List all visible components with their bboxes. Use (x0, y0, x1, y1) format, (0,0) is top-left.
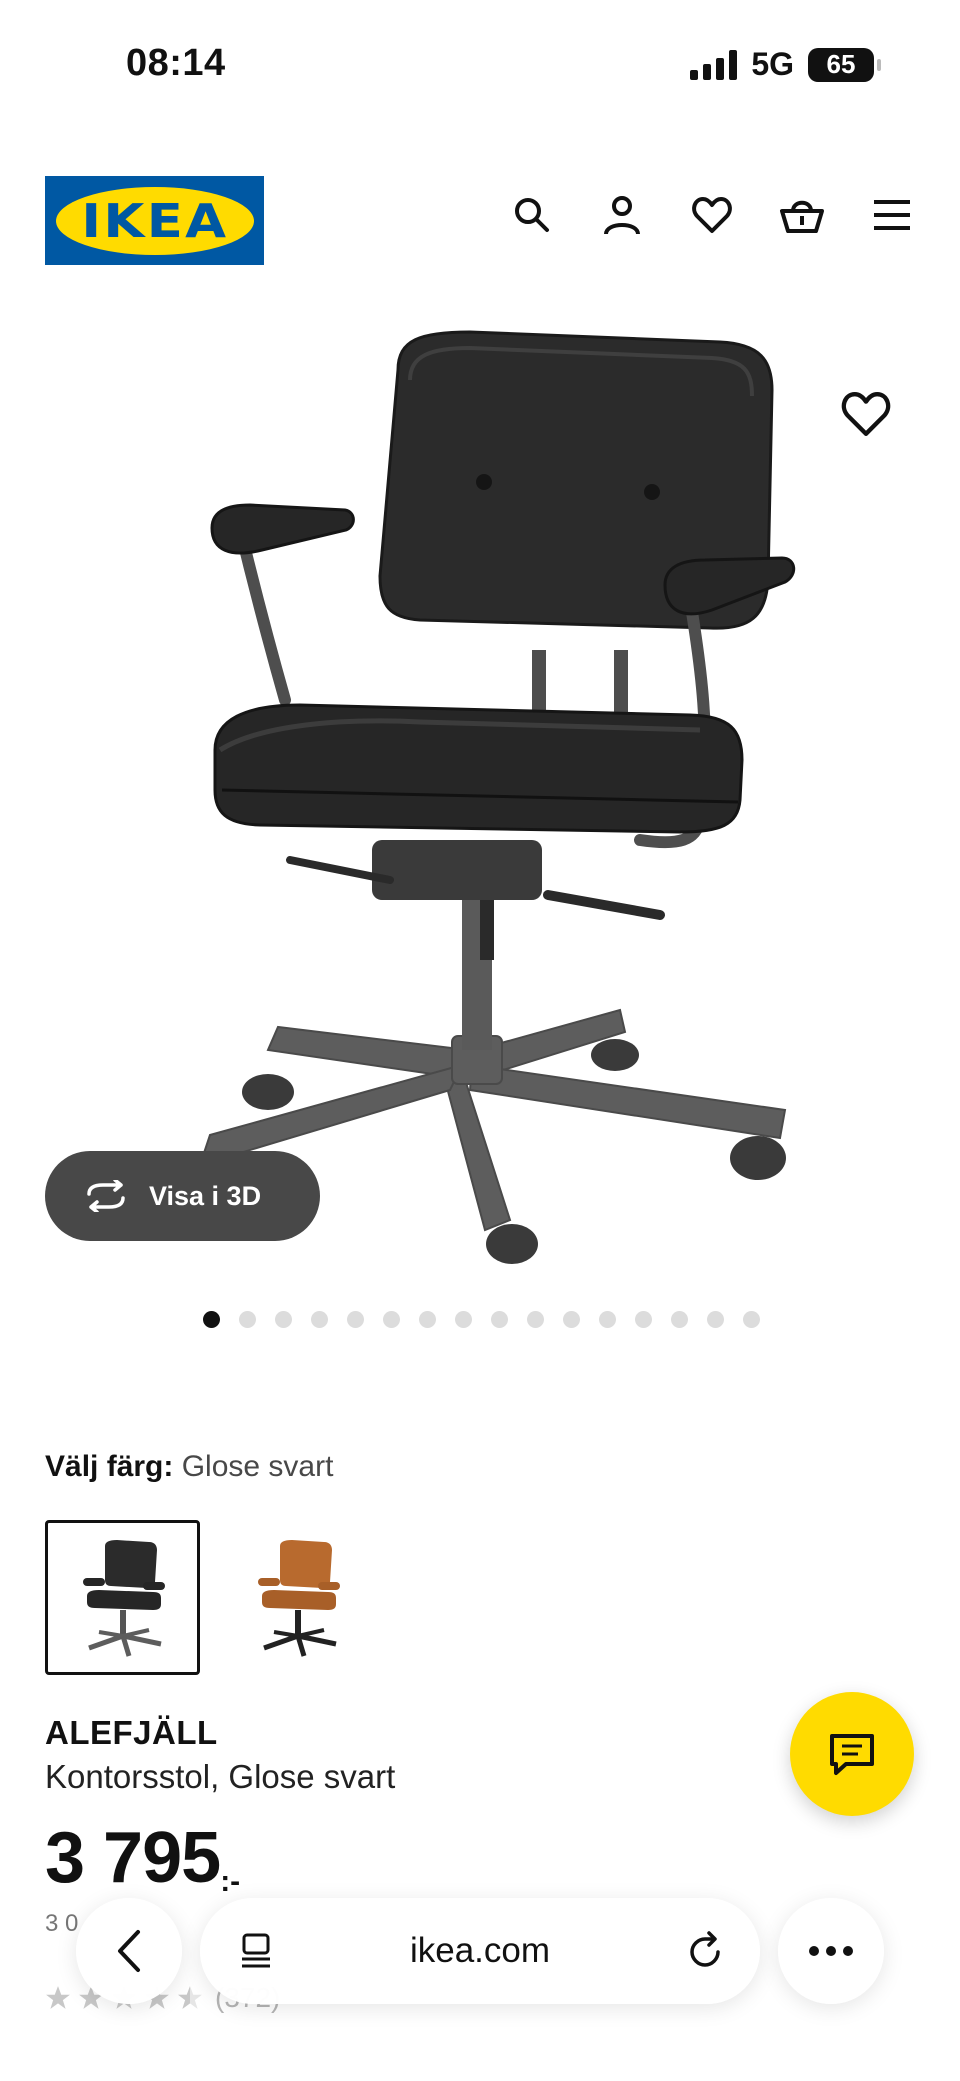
reload-icon[interactable] (684, 1928, 728, 1972)
gallery-dot[interactable] (239, 1311, 256, 1328)
battery-icon: 65 (808, 47, 881, 82)
color-label: Välj färg: Glose svart (45, 1450, 333, 1484)
status-indicators: 5G 65 (690, 46, 881, 83)
color-selected-value: Glose svart (181, 1450, 334, 1483)
user-icon[interactable] (599, 192, 645, 238)
network-type: 5G (751, 46, 794, 82)
gallery-pagination[interactable] (203, 1311, 760, 1328)
gallery-dot[interactable] (743, 1311, 760, 1328)
gallery-dot[interactable] (563, 1311, 580, 1328)
more-options-button[interactable] (778, 1898, 884, 2004)
menu-icon[interactable] (869, 192, 915, 238)
view-3d-label: Visa i 3D (149, 1180, 262, 1211)
gallery-dot[interactable] (455, 1311, 472, 1328)
chevron-left-icon (118, 1930, 140, 1972)
status-time: 08:14 (126, 42, 226, 84)
gallery-dot[interactable] (671, 1311, 688, 1328)
ikea-logo[interactable]: IKEA (45, 176, 264, 265)
url-text: ikea.com (409, 1931, 551, 1970)
product-description: Kontorsstol, Glose svart (45, 1758, 396, 1795)
gallery-dot[interactable] (491, 1311, 508, 1328)
gallery-dot[interactable] (347, 1311, 364, 1328)
browser-toolbar: ikea.com (0, 1880, 960, 2040)
rotate-3d-icon (87, 1180, 125, 1212)
gallery-dot[interactable] (311, 1311, 328, 1328)
search-icon[interactable] (509, 192, 555, 238)
basket-icon[interactable] (779, 192, 825, 238)
heart-icon[interactable] (689, 192, 735, 238)
gallery-dot[interactable] (527, 1311, 544, 1328)
back-button[interactable] (76, 1898, 182, 2004)
battery-level: 65 (826, 49, 856, 79)
favorite-heart-icon[interactable] (840, 388, 892, 440)
gallery-dot[interactable] (419, 1311, 436, 1328)
chat-button[interactable] (790, 1692, 914, 1816)
chat-icon (830, 1734, 874, 1775)
status-bar: 08:14 5G 65 (0, 0, 960, 130)
header-actions (509, 192, 915, 238)
address-bar[interactable]: ikea.com (200, 1898, 760, 2004)
swatch-glose-svart[interactable] (45, 1520, 200, 1675)
gallery-dot[interactable] (599, 1311, 616, 1328)
gallery-dot[interactable] (707, 1311, 724, 1328)
more-dots-icon (809, 1946, 853, 1956)
view-3d-button[interactable]: Visa i 3D (45, 1151, 320, 1241)
logo-text: IKEA (81, 193, 228, 248)
site-header: IKEA (45, 176, 915, 266)
swatch-glose-brun[interactable] (220, 1520, 375, 1675)
logo-oval: IKEA (55, 186, 254, 255)
gallery-dot[interactable] (383, 1311, 400, 1328)
color-swatches (45, 1520, 375, 1675)
gallery-dot[interactable] (203, 1311, 220, 1328)
color-label-title: Välj färg: (45, 1450, 174, 1483)
gallery-dot[interactable] (275, 1311, 292, 1328)
product-name: ALEFJÄLL (45, 1714, 218, 1751)
signal-icon (690, 49, 738, 80)
gallery-dot[interactable] (635, 1311, 652, 1328)
